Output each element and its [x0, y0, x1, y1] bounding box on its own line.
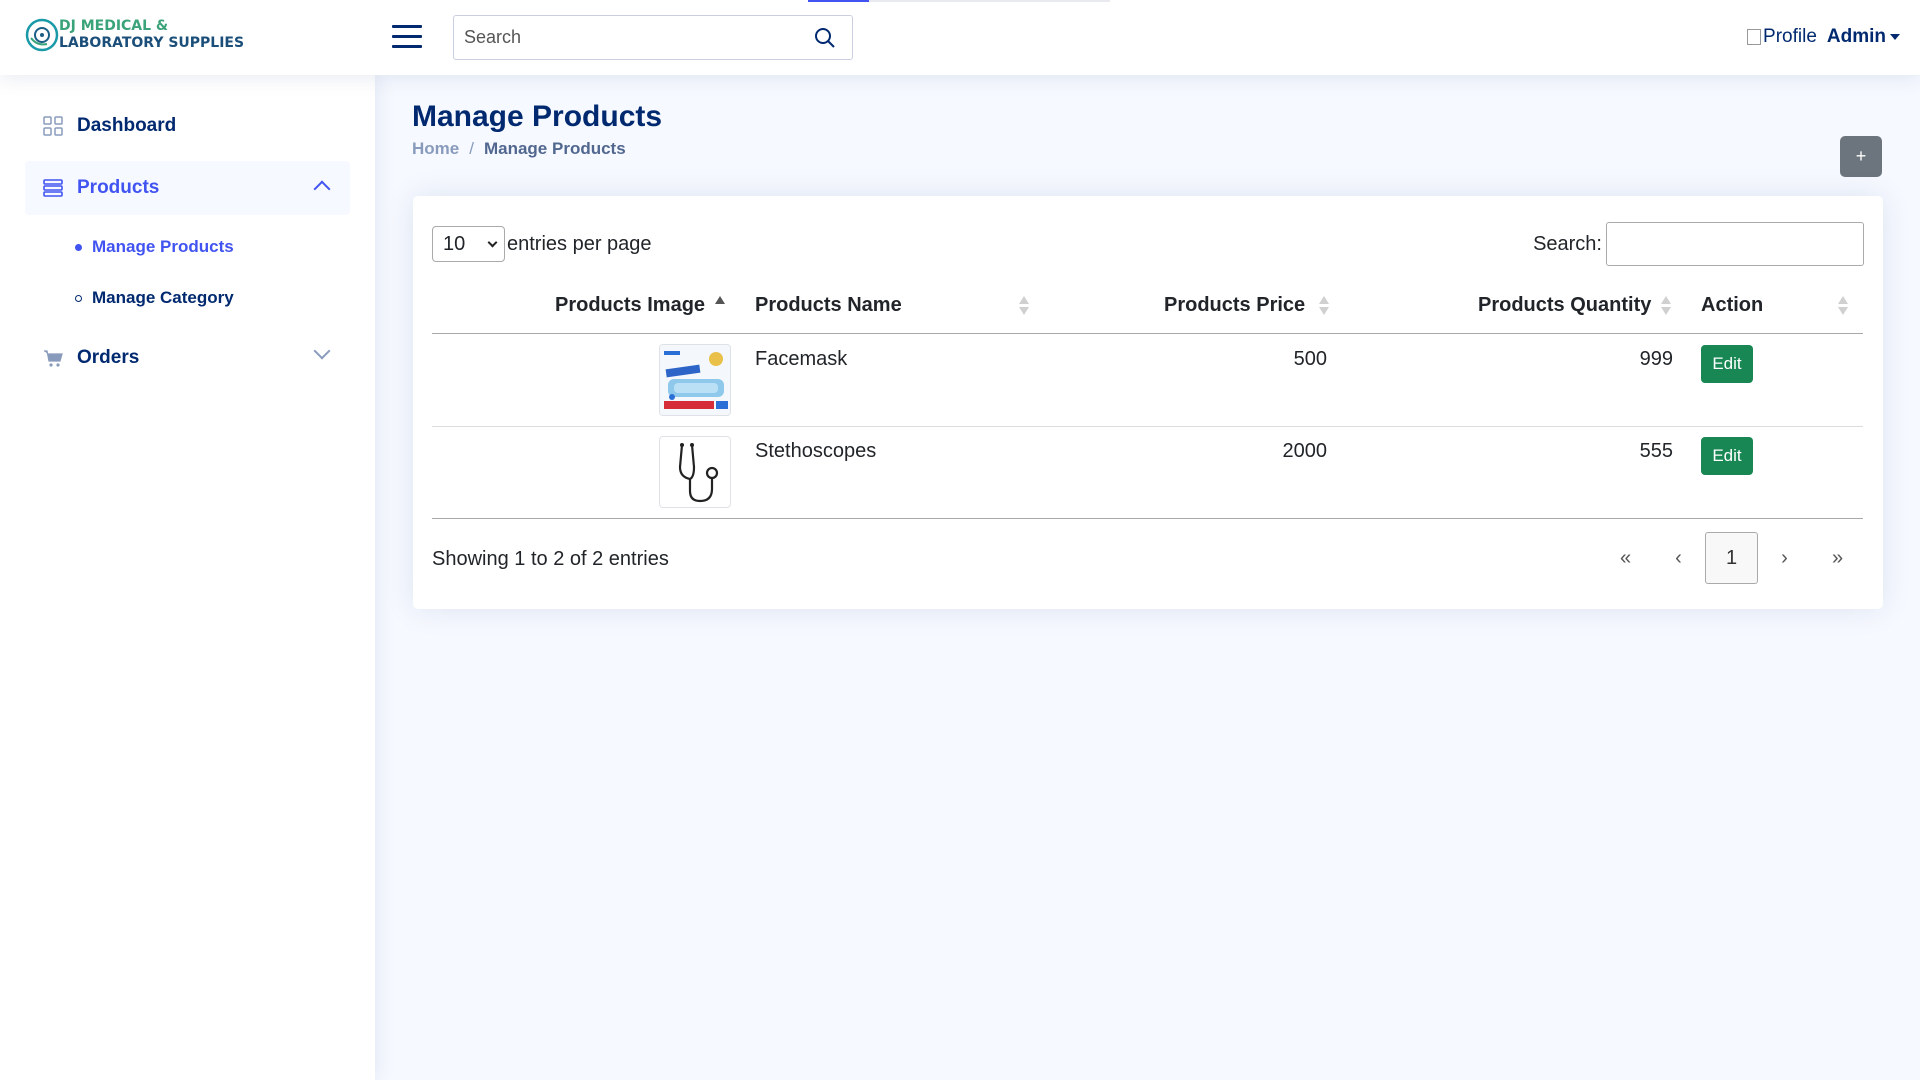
product-quantity: 999 — [1639, 348, 1673, 370]
cart-icon — [44, 350, 63, 367]
table-header-divider — [432, 333, 1863, 334]
stethoscope-image — [678, 443, 719, 503]
column-header-name[interactable]: Products Name — [755, 294, 902, 317]
sidebar-item-products[interactable]: Products — [25, 161, 350, 215]
loading-bar — [808, 0, 1110, 2]
column-header-action[interactable]: Action — [1701, 294, 1763, 317]
sort-icon[interactable] — [1661, 296, 1671, 316]
sidebar: Dashboard Products Manage Products Manag… — [0, 75, 375, 1080]
column-header-price[interactable]: Products Price — [1164, 294, 1305, 317]
sidebar-item-label: Orders — [77, 347, 140, 368]
sidebar-subitem-label: Manage Products — [92, 237, 234, 256]
edit-button[interactable]: Edit — [1701, 345, 1753, 383]
facemask-box-image — [660, 345, 730, 415]
entries-per-page-label: entries per page — [507, 232, 652, 255]
product-quantity: 555 — [1639, 440, 1673, 462]
pagination-prev-button[interactable]: ‹ — [1652, 532, 1705, 584]
add-product-button[interactable]: + — [1840, 136, 1882, 177]
entries-per-page-value: 10 — [443, 232, 466, 255]
grid-icon — [43, 116, 63, 136]
breadcrumb-home-link[interactable]: Home — [412, 139, 459, 159]
sidebar-item-label: Dashboard — [77, 115, 177, 136]
product-thumbnail-stethoscope — [659, 436, 731, 508]
bullet-icon — [75, 243, 82, 251]
top-header: DJ MEDICAL & LABORATORY SUPPLIES Profile… — [0, 0, 1920, 75]
table-search-label: Search: — [1533, 232, 1602, 255]
column-header-image[interactable]: Products Image — [555, 294, 705, 317]
sort-asc-icon[interactable] — [715, 296, 725, 316]
sort-icon[interactable] — [1319, 296, 1329, 316]
table-search: Search: — [1533, 222, 1864, 266]
products-table-card: 10 entries per page Search: Products Ima… — [413, 196, 1883, 609]
pagination-next-button[interactable]: › — [1758, 532, 1811, 584]
profile-dropdown[interactable]: Profile Admin — [1747, 26, 1900, 48]
breadcrumb-current: Manage Products — [483, 139, 626, 158]
table-footer-divider — [432, 518, 1863, 519]
brand-line1: DJ MEDICAL & — [59, 18, 169, 34]
pagination-page-1[interactable]: 1 — [1705, 532, 1758, 584]
bullet-icon — [75, 294, 82, 302]
entries-per-page: 10 entries per page — [432, 226, 652, 262]
sidebar-item-label: Products — [77, 177, 160, 198]
sort-icon[interactable] — [1019, 296, 1029, 316]
pagination: « ‹ 1 › » — [1599, 532, 1864, 584]
chevron-up-icon — [313, 180, 331, 198]
row-divider — [432, 426, 1863, 427]
broken-image-icon — [1747, 29, 1762, 45]
breadcrumb: Home / Manage Products — [412, 139, 626, 159]
chevron-down-icon — [313, 342, 331, 360]
sidebar-subitem-manage-category[interactable]: Manage Category — [75, 288, 234, 308]
layers-icon — [43, 179, 63, 197]
table-search-input[interactable] — [1606, 222, 1864, 266]
entries-per-page-select[interactable]: 10 — [432, 226, 505, 262]
caret-down-icon — [1890, 34, 1900, 40]
brand-logo[interactable]: DJ MEDICAL & LABORATORY SUPPLIES — [25, 18, 244, 52]
product-name: Facemask — [755, 348, 848, 370]
sort-icon[interactable] — [1838, 296, 1848, 316]
edit-button[interactable]: Edit — [1701, 437, 1753, 475]
search-input[interactable] — [454, 16, 852, 59]
chevron-down-icon — [487, 237, 498, 248]
sidebar-item-dashboard[interactable]: Dashboard — [25, 99, 350, 153]
product-price: 500 — [1293, 348, 1327, 370]
product-thumbnail-facemask — [659, 344, 731, 416]
brand-line2: LABORATORY SUPPLIES — [59, 35, 245, 51]
pagination-last-button[interactable]: » — [1811, 532, 1864, 584]
pagination-first-button[interactable]: « — [1599, 532, 1652, 584]
avatar-alt-text: Profile — [1763, 26, 1817, 47]
header-search — [453, 15, 853, 60]
sidebar-subitem-manage-products[interactable]: Manage Products — [75, 237, 234, 257]
user-name: Admin — [1826, 26, 1886, 47]
page-title: Manage Products — [412, 100, 663, 133]
avatar: Profile — [1747, 26, 1817, 48]
logo-emblem-icon — [25, 18, 59, 52]
breadcrumb-separator: / — [469, 139, 474, 158]
sidebar-subitem-label: Manage Category — [92, 288, 234, 307]
menu-toggle-icon[interactable] — [392, 24, 422, 48]
product-name: Stethoscopes — [755, 440, 877, 462]
column-header-quantity[interactable]: Products Quantity — [1478, 294, 1651, 317]
sidebar-item-orders[interactable]: Orders — [25, 331, 350, 385]
table-info: Showing 1 to 2 of 2 entries — [432, 548, 669, 570]
search-icon[interactable] — [814, 27, 836, 49]
product-price: 2000 — [1282, 440, 1328, 462]
